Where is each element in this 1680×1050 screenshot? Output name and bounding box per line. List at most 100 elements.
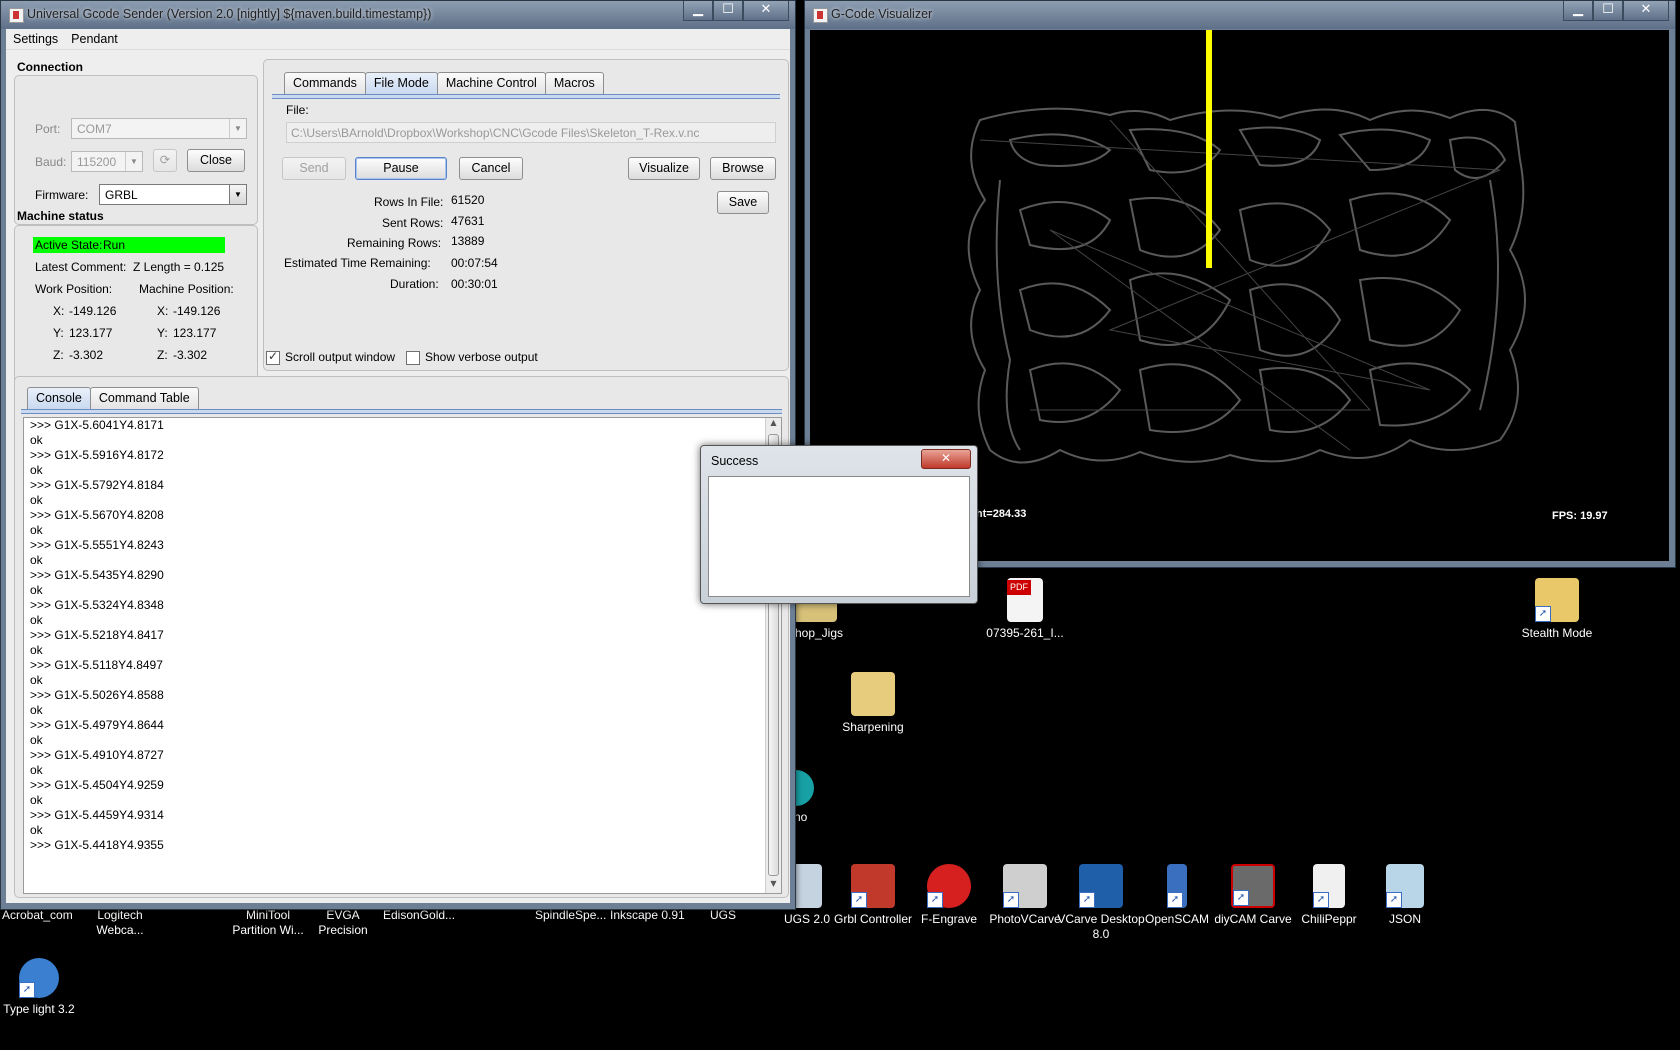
machine-status-panel: Active State: Run Latest Comment: Z Leng…	[14, 225, 258, 391]
desktop-label-evga[interactable]: EVGA Precision	[316, 908, 370, 938]
f-engrave-icon: ➚	[927, 864, 971, 908]
work-x-label: X:	[53, 304, 65, 318]
diycam-icon: ➚	[1231, 864, 1275, 908]
rows-in-file-label: Rows In File:	[374, 195, 444, 209]
desktop-label-ugs[interactable]: UGS	[710, 908, 736, 922]
tab-machine-control[interactable]: Machine Control	[436, 72, 546, 94]
minimize-button[interactable]: ▁	[1563, 1, 1593, 21]
work-z-label: Z:	[53, 348, 64, 362]
cancel-button[interactable]: Cancel	[459, 157, 523, 180]
desktop-icon-stealth-mode[interactable]: ➚ Stealth Mode	[1512, 578, 1602, 641]
console-line: >>> G1X-5.5916Y4.8172	[30, 448, 164, 462]
scroll-up-icon[interactable]: ▲	[766, 418, 781, 432]
est-time-label: Estimated Time Remaining:	[284, 256, 431, 270]
folder-icon: ➚	[1535, 578, 1579, 622]
shortcut-arrow-icon: ➚	[1079, 892, 1095, 908]
close-button[interactable]: ✕	[743, 1, 789, 21]
machine-status-heading: Machine status	[17, 209, 104, 223]
work-z-value: -3.302	[69, 348, 104, 362]
tab-separator	[272, 94, 780, 99]
pause-button[interactable]: Pause	[355, 157, 447, 180]
desktop-icon-type-light[interactable]: ➚ Type light 3.2	[0, 958, 84, 1017]
firmware-select[interactable]: GRBL ▼	[99, 184, 247, 205]
ugs-title: Universal Gcode Sender (Version 2.0 [nig…	[27, 7, 432, 21]
desktop-label-acrobat[interactable]: Acrobat_com	[2, 908, 73, 922]
desktop-label-minitool[interactable]: MiniTool Partition Wi...	[228, 908, 308, 938]
console-line: ok	[30, 703, 43, 717]
minimize-button[interactable]: ▁	[683, 1, 713, 21]
shortcut-arrow-icon: ➚	[1535, 606, 1551, 622]
shortcut-arrow-icon: ➚	[1386, 892, 1402, 908]
console-line: ok	[30, 793, 43, 807]
machine-y-value: 123.177	[173, 326, 217, 340]
close-button[interactable]: ✕	[1623, 1, 1669, 21]
visualizer-titlebar[interactable]: G-Code Visualizer ▁ ☐ ✕	[805, 1, 1675, 29]
ugs-titlebar[interactable]: Universal Gcode Sender (Version 2.0 [nig…	[1, 1, 795, 29]
fps-readout: FPS: 19.97	[1552, 510, 1608, 522]
desktop-label-inkscape[interactable]: Inkscape 0.91	[610, 908, 685, 922]
console-line: >>> G1X-5.5026Y4.8588	[30, 688, 164, 702]
desktop-label-spindlespe[interactable]: SpindleSpe...	[535, 908, 606, 922]
tab-macros[interactable]: Macros	[544, 72, 604, 94]
console-line: ok	[30, 553, 43, 567]
maximize-button[interactable]: ☐	[1593, 1, 1623, 21]
console-line: ok	[30, 463, 43, 477]
console-output[interactable]: >>> G1X-5.6041Y4.8171 ok >>> G1X-5.5916Y4.…	[23, 417, 782, 894]
baud-select[interactable]: 115200 ▼	[71, 151, 143, 172]
shortcut-arrow-icon: ➚	[1003, 892, 1019, 908]
ugs-icon	[792, 864, 822, 908]
tab-console[interactable]: Console	[27, 387, 91, 409]
save-button[interactable]: Save	[717, 191, 769, 214]
shortcut-arrow-icon: ➚	[1167, 892, 1183, 908]
console-line: >>> G1X-5.4459Y4.9314	[30, 808, 164, 822]
visualizer-title: G-Code Visualizer	[831, 7, 933, 21]
tab-commands[interactable]: Commands	[284, 72, 366, 94]
visualize-button[interactable]: Visualize	[628, 157, 700, 180]
desktop-icon-sharpening[interactable]: Sharpening	[828, 672, 918, 735]
maximize-button[interactable]: ☐	[713, 1, 743, 21]
ugs-client-area: Settings Pendant Connection Port: COM7 ▼ B…	[6, 29, 790, 903]
verbose-output-label[interactable]: Show verbose output	[425, 350, 538, 364]
sent-rows-label: Sent Rows:	[382, 216, 444, 230]
chevron-down-icon: ▼	[229, 119, 246, 138]
shortcut-arrow-icon: ➚	[927, 892, 943, 908]
chevron-down-icon: ▼	[125, 152, 142, 171]
port-label: Port:	[35, 122, 61, 136]
shortcut-arrow-icon: ➚	[851, 892, 867, 908]
file-path-field[interactable]: C:\Users\BArnold\Dropbox\Workshop\CNC\Gc…	[286, 122, 776, 143]
close-connection-button[interactable]: Close	[187, 149, 245, 172]
verbose-output-checkbox[interactable]	[406, 351, 420, 365]
port-select[interactable]: COM7 ▼	[71, 118, 247, 139]
console-line: ok	[30, 643, 43, 657]
desktop-label-logitech[interactable]: Logitech Webca...	[90, 908, 150, 938]
browse-button[interactable]: Browse	[710, 157, 776, 180]
console-line: >>> G1X-5.4504Y4.9259	[30, 778, 164, 792]
remaining-rows-label: Remaining Rows:	[347, 236, 442, 250]
console-line: >>> G1X-5.4910Y4.8727	[30, 748, 164, 762]
menu-settings[interactable]: Settings	[6, 29, 64, 46]
json-file-icon: ➚	[1386, 864, 1424, 908]
scroll-output-checkbox[interactable]	[266, 349, 280, 365]
dialog-close-button[interactable]: ✕	[921, 449, 971, 469]
duration-label: Duration:	[390, 277, 439, 291]
mode-tabs: Commands File Mode Machine Control Macro…	[284, 72, 604, 94]
refresh-ports-button[interactable]: ⟳	[153, 149, 177, 172]
desktop-icon-pdf[interactable]: PDF 07395-261_I...	[980, 578, 1070, 641]
pdf-file-icon: PDF	[1007, 578, 1043, 622]
desktop-label-edisongold[interactable]: EdisonGold...	[383, 908, 455, 922]
openscam-icon: ➚	[1167, 864, 1187, 908]
send-button[interactable]: Send	[282, 157, 346, 180]
menu-pendant[interactable]: Pendant	[64, 29, 124, 46]
console-line: >>> G1X-5.5435Y4.8290	[30, 568, 164, 582]
console-tab-separator	[21, 409, 782, 414]
tab-file-mode[interactable]: File Mode	[364, 72, 438, 94]
console-panel: Console Command Table >>> G1X-5.6041Y4.8…	[14, 376, 789, 898]
file-label: File:	[286, 103, 309, 117]
scroll-down-icon[interactable]: ▼	[766, 879, 781, 893]
scroll-output-label[interactable]: Scroll output window	[285, 350, 395, 364]
desktop-icon-json[interactable]: ➚ JSON	[1360, 864, 1450, 927]
refresh-icon: ⟳	[159, 153, 171, 167]
console-line: ok	[30, 763, 43, 777]
console-line: >>> G1X-5.4418Y4.9355	[30, 838, 164, 852]
tab-command-table[interactable]: Command Table	[89, 387, 199, 409]
